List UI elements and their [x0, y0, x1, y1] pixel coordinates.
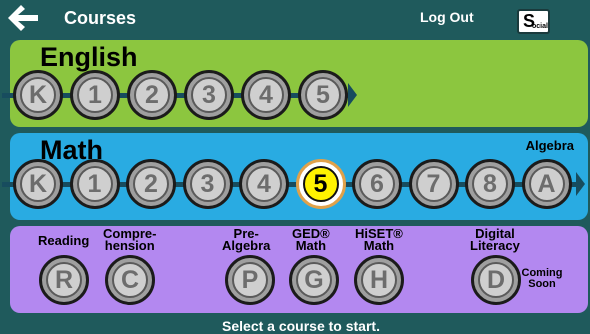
instruction-text: Select a course to start. — [222, 318, 380, 334]
course-c-button-glyph: C — [120, 265, 140, 294]
english-level-k[interactable]: K — [13, 70, 63, 120]
course-c-button[interactable]: C — [105, 255, 155, 305]
course-label-g: GED® Math — [292, 226, 330, 253]
math-level-7[interactable]: 7 — [408, 159, 459, 209]
course-h-button-glyph: H — [369, 265, 389, 294]
math-level-a[interactable]: A — [521, 159, 572, 209]
math-level-k-glyph: K — [28, 169, 48, 198]
english-level-5[interactable]: 5 — [298, 70, 348, 120]
course-label-p: Pre- Algebra — [222, 226, 271, 253]
coming-soon-label: Coming Soon — [521, 267, 563, 290]
english-level-1[interactable]: 1 — [70, 70, 120, 120]
course-r-button[interactable]: R — [39, 255, 89, 305]
algebra-label: Algebra — [525, 138, 574, 153]
math-level-2[interactable]: 2 — [126, 159, 176, 209]
english-level-3-glyph: 3 — [202, 80, 216, 109]
course-d-button-glyph: D — [486, 265, 506, 294]
math-level-2-glyph: 2 — [144, 169, 158, 198]
course-p-button[interactable]: P — [225, 255, 275, 305]
english-level-2[interactable]: 2 — [127, 70, 177, 120]
math-level-k[interactable]: K — [13, 159, 63, 209]
english-level-k-glyph: K — [28, 80, 48, 109]
math-level-6-glyph: 6 — [370, 169, 384, 198]
course-r-button-glyph: R — [54, 265, 74, 294]
course-label-d: Digital Literacy — [470, 226, 520, 253]
math-level-5-glyph: 5 — [313, 169, 328, 198]
course-h-button[interactable]: H — [354, 255, 404, 305]
course-label-r: Reading — [38, 233, 90, 248]
course-label-h: HiSET® Math — [355, 226, 403, 253]
page-title: Courses — [64, 8, 137, 28]
math-level-3-glyph: 3 — [200, 169, 215, 198]
back-arrow-icon[interactable] — [6, 3, 40, 33]
math-level-8[interactable]: 8 — [465, 159, 515, 209]
english-level-4-glyph: 4 — [259, 80, 273, 109]
math-level-6[interactable]: 6 — [352, 159, 402, 209]
english-level-5-glyph: 5 — [316, 80, 330, 109]
course-p-button-glyph: P — [241, 265, 259, 294]
social-logo-text: ocial — [532, 23, 548, 30]
english-level-1-glyph: 1 — [88, 80, 102, 109]
math-level-4-glyph: 4 — [257, 169, 271, 198]
course-g-button-glyph: G — [304, 265, 324, 294]
math-level-1-glyph: 1 — [87, 169, 102, 198]
social-button[interactable]: S ocial — [517, 9, 550, 34]
top-bar: Courses Log Out S ocial — [0, 0, 590, 38]
course-label-c: Compre- hension — [103, 226, 157, 253]
english-level-4[interactable]: 4 — [241, 70, 291, 120]
math-level-5[interactable]: 5 — [295, 159, 346, 209]
english-title: English — [40, 42, 138, 72]
math-track-arrow-icon — [576, 172, 585, 196]
math-level-3[interactable]: 3 — [182, 159, 233, 209]
english-level-3[interactable]: 3 — [184, 70, 234, 120]
math-level-1[interactable]: 1 — [69, 159, 120, 209]
course-g-button[interactable]: G — [289, 255, 339, 305]
course-d-button[interactable]: D — [471, 255, 521, 305]
math-level-4[interactable]: 4 — [239, 159, 289, 209]
math-level-8-glyph: 8 — [483, 169, 497, 198]
english-track-arrow-icon — [348, 83, 357, 107]
math-level-a-glyph: A — [537, 169, 556, 198]
logout-link[interactable]: Log Out — [420, 9, 474, 25]
math-level-7-glyph: 7 — [426, 169, 441, 198]
english-level-2-glyph: 2 — [145, 80, 159, 109]
